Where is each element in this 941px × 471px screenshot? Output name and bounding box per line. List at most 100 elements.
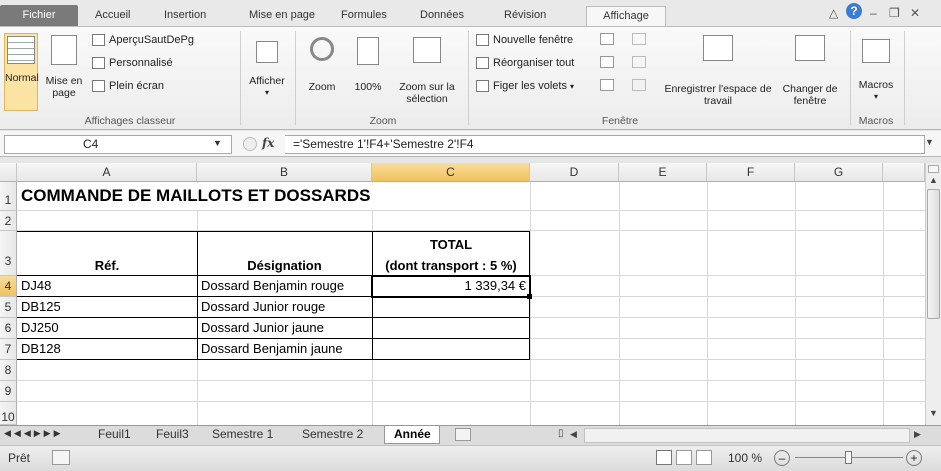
macros-button[interactable]: Macros ▾	[854, 33, 898, 103]
select-all-corner[interactable]	[0, 163, 17, 182]
column-header-d[interactable]: D	[530, 163, 619, 182]
page-layout-button[interactable]: Mise en page	[42, 33, 86, 99]
cell-designation[interactable]: Dossard Junior rouge	[201, 299, 325, 314]
column-header-f[interactable]: F	[707, 163, 795, 182]
save-workspace-button[interactable]: Enregistrer l'espace de travail	[662, 33, 774, 107]
zoom-button[interactable]: Zoom	[300, 33, 344, 93]
cell-ref[interactable]: DB128	[21, 341, 61, 356]
unhide-icon[interactable]	[600, 79, 614, 91]
tab-affichage[interactable]: Affichage	[586, 6, 666, 27]
sheet-title[interactable]: COMMANDE DE MAILLOTS ET DOSSARDS	[21, 186, 370, 206]
freeze-panes-button[interactable]: Figer les volets ▾	[476, 77, 574, 95]
header-total[interactable]: TOTAL	[372, 237, 530, 252]
sheet-tab-annee[interactable]: Année	[384, 426, 440, 444]
horizontal-scrollbar[interactable]	[584, 428, 910, 443]
minimize-window-icon[interactable]: –	[870, 6, 877, 20]
scroll-thumb[interactable]	[927, 189, 940, 319]
sync-scroll-icon[interactable]	[632, 56, 646, 68]
zoom-out-icon[interactable]: –	[774, 450, 790, 466]
header-ref[interactable]: Réf.	[17, 258, 197, 273]
split-icon[interactable]	[600, 33, 614, 45]
group-label-fenetre: Fenêtre	[601, 115, 639, 127]
zoom-selection-button[interactable]: Zoom sur la sélection	[392, 33, 462, 105]
row-header[interactable]: 6	[0, 318, 17, 339]
insert-sheet-icon[interactable]	[455, 428, 471, 441]
row-header[interactable]: 4	[0, 276, 17, 297]
tab-accueil[interactable]: Accueil	[91, 7, 134, 26]
zoom-100-button[interactable]: 100%	[348, 33, 388, 93]
tab-revision[interactable]: Révision	[500, 7, 550, 26]
tab-mise-en-page[interactable]: Mise en page	[245, 7, 319, 26]
cell-ref[interactable]: DJ250	[21, 320, 59, 335]
row-header[interactable]: 1	[0, 182, 17, 211]
zoom-slider-thumb[interactable]	[845, 451, 852, 464]
expand-formula-bar-icon[interactable]: ▼	[925, 137, 934, 147]
scroll-right-icon[interactable]: ▶	[914, 429, 921, 440]
sheet-tab-semestre-1[interactable]: Semestre 1	[206, 426, 296, 444]
cell-ref[interactable]: DB125	[21, 299, 61, 314]
tab-donnees[interactable]: Données	[416, 7, 468, 26]
new-window-button[interactable]: Nouvelle fenêtre	[476, 31, 573, 49]
restore-window-icon[interactable]: ❐	[889, 6, 900, 20]
worksheet-grid[interactable]: A B C D E F G 1 2 3 4 5 6 7 8 9 10 COMMA…	[0, 163, 925, 425]
cancel-icon[interactable]	[243, 137, 257, 151]
sheet-tab-feuil1[interactable]: Feuil1	[86, 426, 146, 444]
split-box[interactable]	[928, 165, 939, 173]
cell-designation[interactable]: Dossard Benjamin jaune	[201, 341, 343, 356]
split-box[interactable]: ▯	[558, 428, 564, 439]
row-header[interactable]: 3	[0, 231, 17, 276]
fill-handle[interactable]	[527, 294, 532, 299]
row-header[interactable]: 8	[0, 360, 17, 381]
switch-window-button[interactable]: Changer de fenêtre	[774, 33, 846, 107]
row-header[interactable]: 5	[0, 297, 17, 318]
vertical-scrollbar[interactable]: ▲ ▼	[925, 163, 941, 425]
page-break-status-icon[interactable]	[696, 450, 712, 465]
sheet-nav-arrows-icon[interactable]: ◀◀◀▶▶▶	[4, 428, 64, 439]
formula-input[interactable]: ='Semestre 1'!F4+'Semestre 2'!F4	[285, 135, 925, 154]
header-designation[interactable]: Désignation	[197, 258, 372, 273]
sheet-tab-feuil3[interactable]: Feuil3	[150, 426, 210, 444]
name-box[interactable]: C4	[4, 135, 232, 154]
row-header[interactable]: 2	[0, 211, 17, 231]
insert-function-icon[interactable]: fx	[262, 136, 274, 150]
normal-view-status-icon[interactable]	[656, 450, 672, 465]
normal-view-button[interactable]: Normal	[4, 33, 39, 111]
scroll-left-icon[interactable]: ◀	[570, 429, 577, 440]
help-icon[interactable]: ?	[846, 3, 862, 19]
cell-designation[interactable]: Dossard Junior jaune	[201, 320, 324, 335]
reset-position-icon[interactable]	[632, 79, 646, 91]
minimize-ribbon-icon[interactable]: △	[829, 6, 838, 20]
page-layout-status-icon[interactable]	[676, 450, 692, 465]
zoom-label: Zoom	[308, 81, 336, 93]
cell-ref[interactable]: DJ48	[21, 278, 51, 293]
close-window-icon[interactable]: ✕	[910, 6, 920, 20]
zoom-level[interactable]: 100 %	[728, 451, 762, 465]
scroll-up-icon[interactable]: ▲	[929, 175, 938, 185]
column-header-c[interactable]: C	[372, 163, 530, 182]
tab-fichier[interactable]: Fichier	[0, 5, 78, 26]
tab-formules[interactable]: Formules	[337, 7, 391, 26]
custom-views-button[interactable]: Personnalisé	[92, 54, 173, 72]
scroll-down-icon[interactable]: ▼	[929, 408, 938, 418]
cell-designation[interactable]: Dossard Benjamin rouge	[201, 278, 344, 293]
zoom-in-icon[interactable]: +	[906, 450, 922, 466]
row-header[interactable]: 9	[0, 381, 17, 402]
show-button[interactable]: Afficher ▾	[245, 33, 289, 99]
zoom-selection-icon	[413, 37, 441, 63]
column-header-e[interactable]: E	[619, 163, 707, 182]
column-header-g[interactable]: G	[795, 163, 883, 182]
hide-icon[interactable]	[600, 56, 614, 68]
full-screen-button[interactable]: Plein écran	[92, 77, 164, 95]
side-by-side-icon[interactable]	[632, 33, 646, 45]
arrange-all-button[interactable]: Réorganiser tout	[476, 54, 574, 72]
column-header-b[interactable]: B	[197, 163, 372, 182]
record-macro-icon[interactable]	[52, 450, 70, 465]
chevron-down-icon[interactable]: ▼	[213, 138, 222, 148]
page-break-preview-button[interactable]: AperçuSautDePg	[92, 31, 194, 49]
sheet-tab-semestre-2[interactable]: Semestre 2	[296, 426, 386, 444]
column-header-a[interactable]: A	[17, 163, 197, 182]
row-header[interactable]: 7	[0, 339, 17, 360]
header-total-note: (dont transport : 5 %)	[385, 258, 517, 273]
row-header[interactable]: 10	[0, 402, 17, 425]
tab-insertion[interactable]: Insertion	[160, 7, 210, 26]
